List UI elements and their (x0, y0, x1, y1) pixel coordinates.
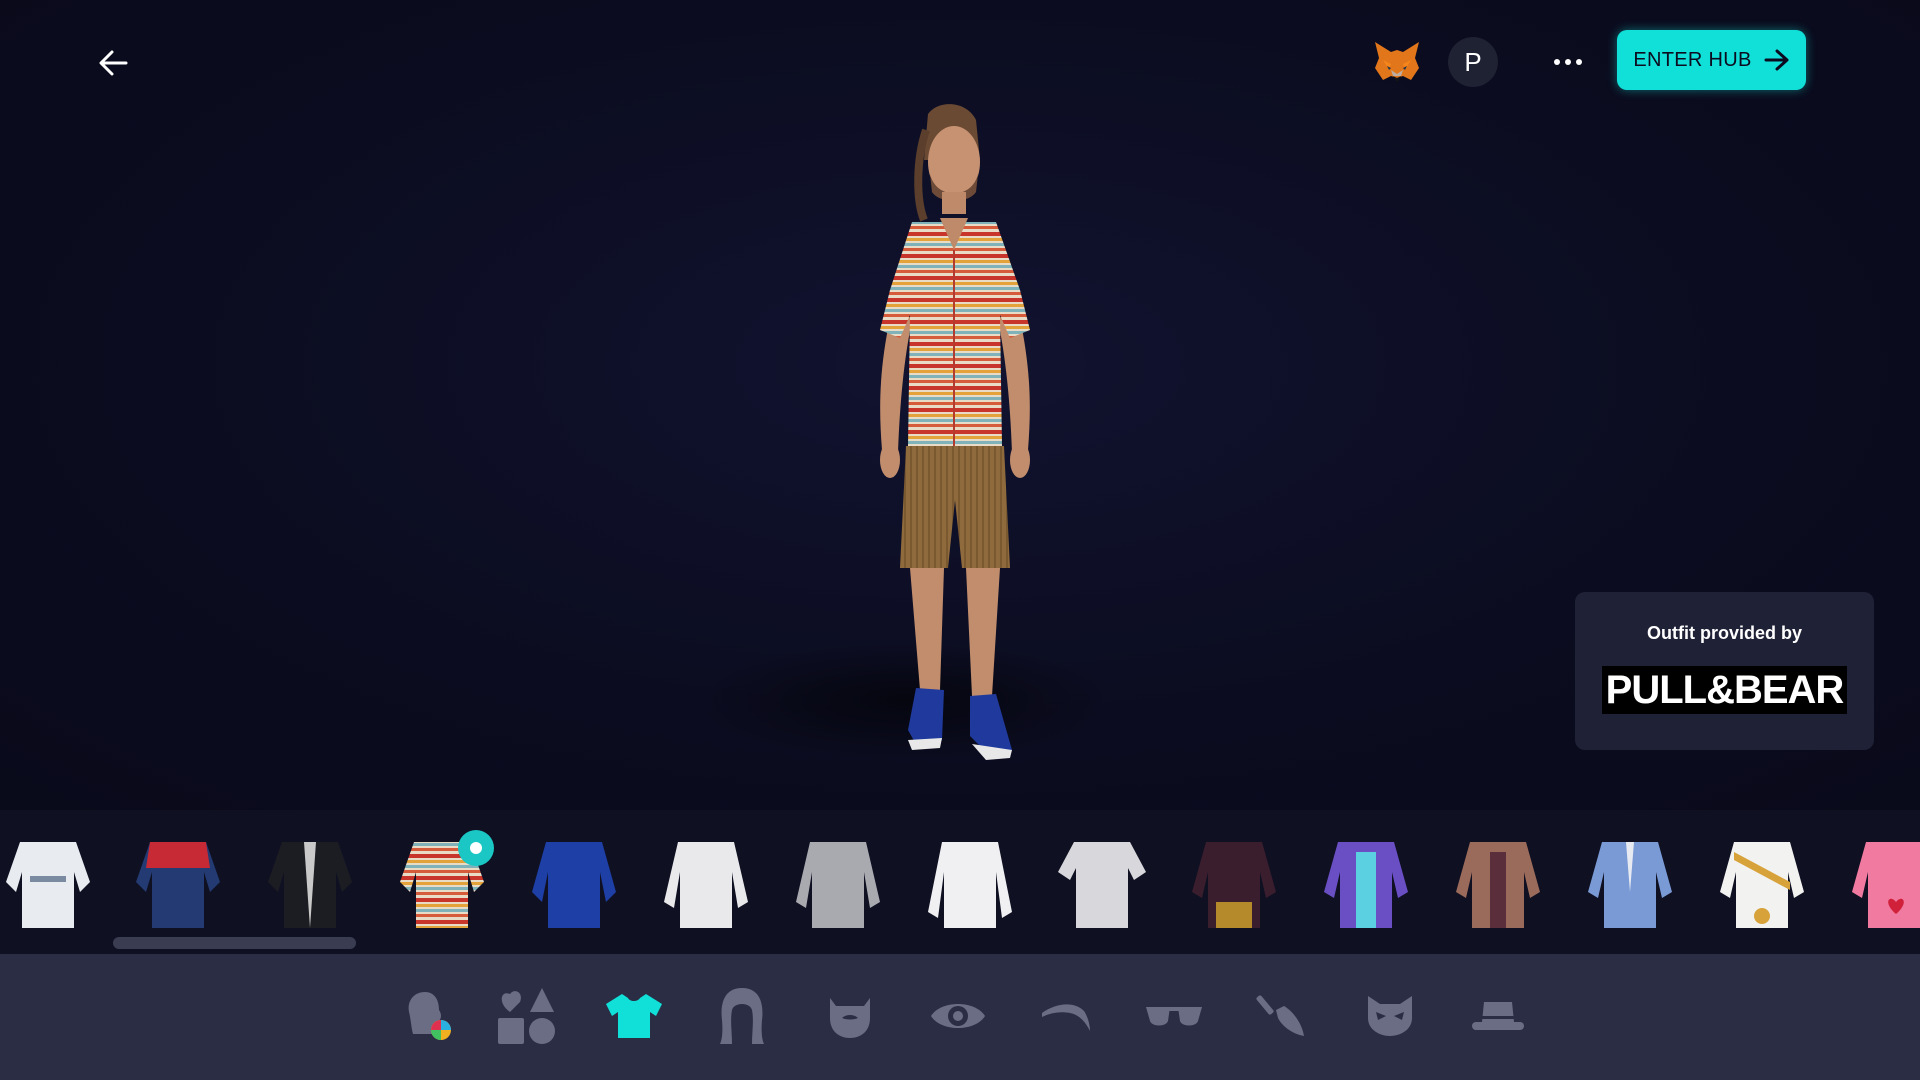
lab-coat-thumbnail (928, 842, 1012, 928)
category-makeup[interactable] (1250, 984, 1314, 1048)
outfit-item-white-lab-coat[interactable] (922, 832, 1018, 928)
more-dots-icon (1554, 59, 1560, 65)
outfit-credit-card: Outfit provided by PULL&BEAR (1575, 592, 1874, 750)
skin-color-icon (408, 992, 451, 1040)
enter-hub-label: ENTER HUB (1633, 48, 1752, 71)
selected-badge (458, 830, 494, 866)
category-body-shape[interactable] (494, 984, 558, 1048)
body-shape-icon (498, 988, 555, 1044)
outfit-item-light-blue-suit[interactable] (1582, 832, 1678, 928)
outfit-item-white-sweatshirt[interactable] (658, 832, 754, 928)
tshirt-icon (606, 994, 662, 1038)
brown-suit-thumbnail (1456, 842, 1540, 928)
metamask-button[interactable] (1371, 37, 1423, 87)
grey-tshirt-thumbnail (1058, 842, 1146, 928)
avatar-character[interactable] (820, 100, 1080, 800)
outfit-item-black-leather-jacket[interactable] (262, 832, 358, 928)
eyebrow-icon (1042, 1004, 1090, 1031)
glasses-icon (1146, 1007, 1202, 1026)
outfit-item-white-racing-suit[interactable] (0, 832, 96, 928)
outfit-item-blue-hoodie[interactable] (526, 832, 622, 928)
beard-icon (830, 998, 870, 1038)
category-clothing[interactable] (602, 984, 666, 1048)
makeup-brush-icon (1256, 995, 1304, 1036)
outfit-item-plaid-shirt[interactable] (1186, 832, 1282, 928)
mask-icon (1368, 996, 1412, 1036)
category-beard[interactable] (818, 984, 882, 1048)
category-eyebrows[interactable] (1034, 984, 1098, 1048)
more-dot (1576, 59, 1582, 65)
hair-icon (720, 988, 764, 1044)
white-sweatshirt-thumbnail (664, 842, 748, 928)
profile-initial: P (1464, 46, 1482, 77)
outfit-item-brown-suit[interactable] (1450, 832, 1546, 928)
carousel-scrollbar[interactable] (113, 937, 356, 949)
outfit-item-grey-tshirt[interactable] (1054, 832, 1150, 928)
outfit-item-red-navy-track-jacket[interactable] (130, 832, 226, 928)
purple-jacket-thumbnail (1324, 842, 1408, 928)
metamask-fox-icon (1375, 42, 1419, 82)
category-bar (0, 954, 1920, 1080)
pink-costume-thumbnail (1852, 842, 1920, 928)
category-glasses[interactable] (1142, 984, 1206, 1048)
arrow-left-icon (99, 50, 128, 76)
outfit-item-striped-knit-shirt[interactable] (394, 830, 494, 928)
brand-logo: PULL&BEAR (1601, 666, 1848, 714)
more-options-button[interactable] (1546, 42, 1590, 82)
white-racing-suit-thumbnail (6, 842, 90, 928)
more-dot (1565, 59, 1571, 65)
category-hats[interactable] (1466, 984, 1530, 1048)
eye-icon (931, 1004, 985, 1028)
category-masks[interactable] (1358, 984, 1422, 1048)
grey-hoodie-thumbnail (796, 842, 880, 928)
outfit-item-gold-armor[interactable] (1714, 832, 1810, 928)
outfit-item-pink-costume[interactable] (1846, 832, 1920, 928)
enter-hub-button[interactable]: ENTER HUB (1617, 30, 1806, 90)
outfit-credit-label: Outfit provided by (1647, 623, 1802, 643)
category-eyes[interactable] (926, 984, 990, 1048)
blue-hoodie-thumbnail (532, 842, 616, 928)
category-skin-color[interactable] (395, 984, 459, 1048)
arrow-right-icon (1764, 49, 1789, 71)
plaid-shirt-thumbnail (1192, 842, 1276, 928)
outfit-item-purple-jacket[interactable] (1318, 832, 1414, 928)
back-button[interactable] (90, 40, 136, 86)
outfit-carousel[interactable] (0, 810, 1920, 954)
category-hair[interactable] (710, 984, 774, 1048)
track-jacket-thumbnail (136, 842, 220, 928)
light-blue-suit-thumbnail (1588, 842, 1672, 928)
outfit-item-grey-hoodie[interactable] (790, 832, 886, 928)
profile-avatar-button[interactable]: P (1448, 37, 1498, 87)
gold-armor-thumbnail (1720, 842, 1804, 928)
avatar-figure (880, 104, 1030, 760)
hat-icon (1472, 1002, 1524, 1030)
leather-jacket-thumbnail (268, 842, 352, 928)
